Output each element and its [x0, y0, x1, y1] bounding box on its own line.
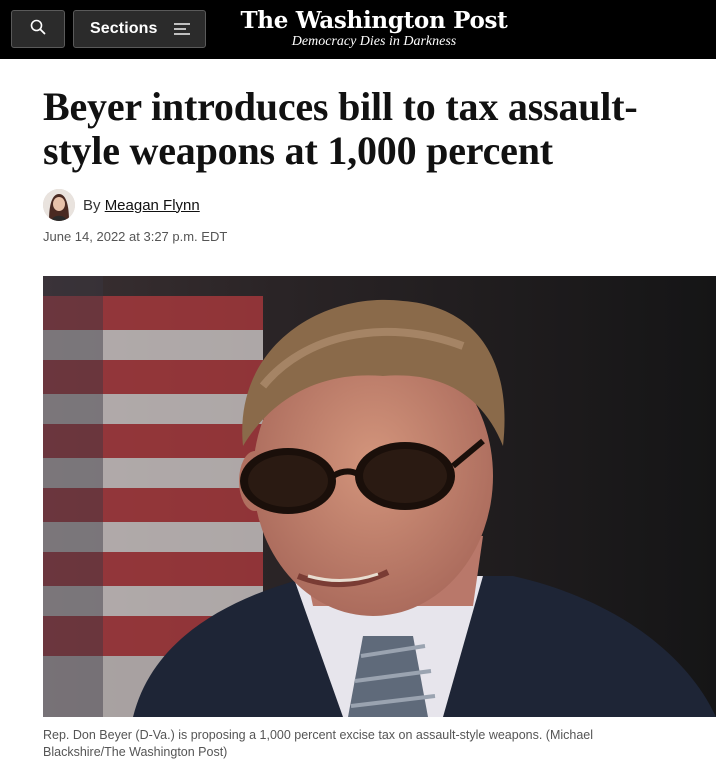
byline: By Meagan Flynn: [83, 197, 200, 214]
article-headline: Beyer introduces bill to tax assault-sty…: [43, 84, 638, 173]
author-link[interactable]: Meagan Flynn: [105, 197, 200, 214]
byline-prefix: By: [83, 196, 101, 214]
byline-row: By Meagan Flynn: [43, 189, 716, 221]
brand-name: The Washington Post: [240, 7, 508, 34]
photo-caption: Rep. Don Beyer (D-Va.) is proposing a 1,…: [43, 728, 594, 759]
author-avatar[interactable]: [43, 189, 75, 221]
publish-timestamp: June 14, 2022 at 3:27 p.m. EDT: [43, 229, 228, 244]
brand-tagline: Democracy Dies in Darkness: [291, 34, 457, 49]
masthead-logo[interactable]: The Washington Post Democracy Dies in Da…: [32, 8, 716, 49]
article: Beyer introduces bill to tax assault-sty…: [0, 85, 716, 761]
lead-photo: [43, 276, 716, 717]
top-navigation-bar: Sections The Washington Post Democracy D…: [0, 0, 716, 59]
